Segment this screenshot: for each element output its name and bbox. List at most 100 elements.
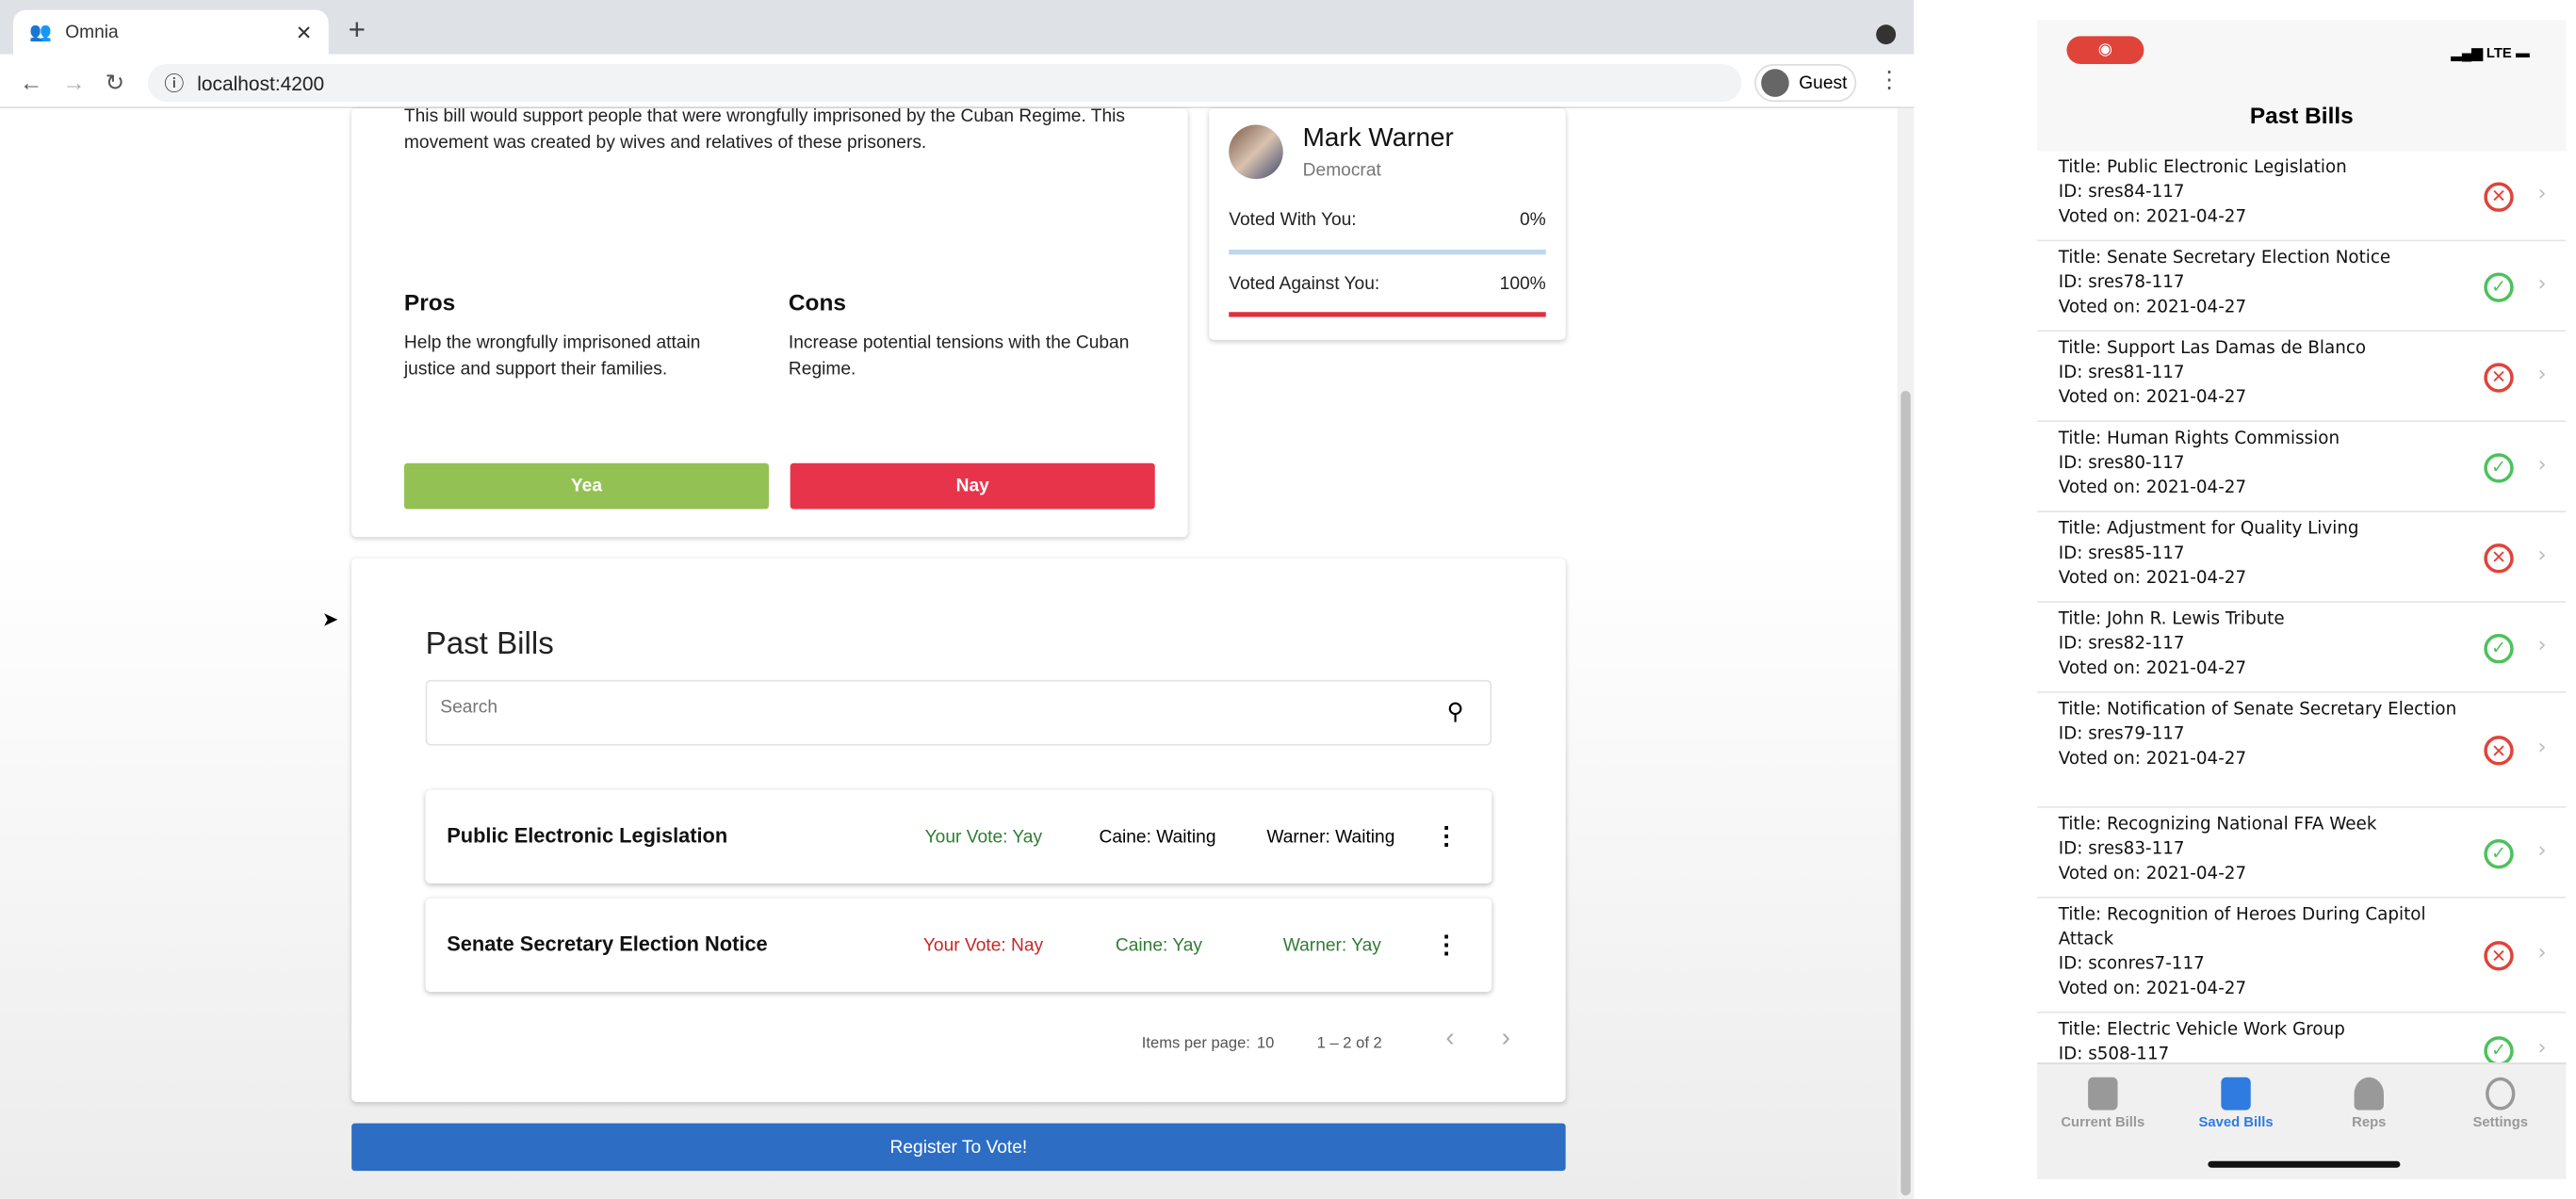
your-vote: Your Vote: Nay	[922, 935, 1044, 956]
pros-heading: Pros	[403, 288, 456, 316]
home-indicator	[2208, 1160, 2401, 1168]
prev-page-button[interactable]: ‹	[1445, 1025, 1454, 1054]
items-per-page-select[interactable]: 10	[1257, 1034, 1274, 1052]
item-title: Title: Adjustment for Quality Living	[2058, 518, 2359, 539]
item-title: Title: Senate Secretary Election Notice	[2058, 248, 2391, 268]
url-input[interactable]: ⓘ localhost:4200	[147, 64, 1742, 103]
profile-button[interactable]: Guest	[1754, 64, 1857, 103]
reload-button[interactable]: ↻	[106, 69, 124, 97]
voted-against-bar	[1229, 312, 1546, 317]
phone-bill-item[interactable]: Title: Notification of Senate Secretary …	[2037, 692, 2567, 808]
tab-label: Current Bills	[2061, 1113, 2145, 1130]
voted-against-label: Voted Against You:	[1229, 274, 1380, 295]
search-input[interactable]	[440, 698, 1361, 718]
phone-bill-item[interactable]: Title: Support Las Damas de Blanco ID: sr…	[2037, 332, 2567, 423]
phone-bill-item[interactable]: Title: Adjustment for Quality Living ID: …	[2037, 512, 2567, 603]
people-icon: 👥	[29, 23, 53, 43]
more-options-icon[interactable]: ⋮	[1434, 930, 1459, 960]
forward-button[interactable]: →	[62, 69, 85, 95]
signal-icon: ▂▄▆	[2451, 44, 2486, 61]
cons-heading: Cons	[788, 288, 846, 316]
x-circle-icon: ✕	[2484, 181, 2514, 212]
chevron-right-icon: ›	[2537, 838, 2547, 864]
nay-button[interactable]: Nay	[790, 462, 1155, 510]
item-title: Title: Recognizing National FFA Week	[2058, 814, 2377, 834]
tab-saved-bills[interactable]: Saved Bills	[2170, 1077, 2301, 1130]
person-icon	[2354, 1077, 2384, 1110]
tab-label: Reps	[2352, 1113, 2387, 1130]
profile-label: Guest	[1799, 73, 1848, 93]
your-vote: Your Vote: Yay	[924, 827, 1043, 848]
rep-name: Mark Warner	[1302, 124, 1454, 154]
phone-bill-item[interactable]: Title: Public Electronic Legislation ID: …	[2037, 151, 2567, 242]
chevron-right-icon: ›	[2537, 941, 2547, 966]
chevron-right-icon: ›	[2537, 543, 2547, 568]
chevron-right-icon: ›	[2537, 736, 2547, 761]
avatar-icon	[1761, 69, 1789, 97]
check-circle-icon: ✓	[2484, 633, 2514, 663]
tab-title: Omnia	[65, 22, 119, 42]
page-content: This bill would support people that were…	[0, 106, 1915, 1199]
tab-label: Settings	[2472, 1113, 2528, 1130]
scrollbar-thumb[interactable]	[1900, 390, 1911, 1196]
past-bill-row[interactable]: Public Electronic Legislation Your Vote:…	[425, 789, 1492, 884]
documents-icon	[2221, 1077, 2251, 1110]
rep-photo	[1229, 124, 1283, 180]
register-to-vote-button[interactable]: Register To Vote!	[351, 1123, 1566, 1172]
past-bill-row[interactable]: Senate Secretary Election Notice Your Vo…	[425, 898, 1492, 993]
mouse-cursor: ➤	[321, 608, 339, 631]
phone-screen: ◉ ▂▄▆ LTE ▬ Past Bills Title: Public Ele…	[2037, 19, 2567, 1179]
check-circle-icon: ✓	[2484, 838, 2514, 868]
rep-party: Democrat	[1302, 160, 1381, 181]
phone-title: Past Bills	[2249, 102, 2354, 129]
check-circle-icon: ✓	[2484, 271, 2514, 301]
bill-card: This bill would support people that were…	[351, 106, 1188, 538]
item-title: Title: Recognition of Heroes During Capi…	[2058, 904, 2426, 949]
item-title: Title: Public Electronic Legislation	[2058, 157, 2347, 178]
chevron-right-icon: ›	[2537, 633, 2547, 658]
tab-label: Saved Bills	[2198, 1113, 2274, 1130]
phone-bill-item[interactable]: Title: Recognition of Heroes During Capi…	[2037, 898, 2567, 1013]
tab-settings[interactable]: Settings	[2435, 1077, 2566, 1130]
document-icon	[2088, 1077, 2118, 1110]
phone-bill-item[interactable]: Title: Recognizing National FFA Week ID: …	[2037, 807, 2567, 899]
bill-description: This bill would support people that were…	[403, 106, 1126, 154]
new-tab-button[interactable]: +	[349, 13, 366, 48]
bill-title: Senate Secretary Election Notice	[447, 932, 768, 956]
past-bills-title: Past Bills	[425, 627, 554, 662]
url-text: localhost:4200	[197, 71, 325, 95]
status-bar: ▂▄▆ LTE ▬	[2451, 44, 2529, 62]
voted-with-value: 0%	[1519, 210, 1546, 231]
phone-bill-item[interactable]: Title: Senate Secretary Election Notice I…	[2037, 241, 2567, 332]
more-options-icon[interactable]: ⋮	[1434, 821, 1459, 851]
page-range: 1 – 2 of 2	[1316, 1034, 1382, 1053]
browser-tab[interactable]: 👥 Omnia ✕	[12, 9, 329, 55]
back-button[interactable]: ←	[20, 69, 42, 95]
phone-bill-item[interactable]: Title: John R. Lewis Tribute ID: sres82-1…	[2037, 602, 2567, 693]
x-circle-icon: ✕	[2484, 543, 2514, 573]
x-circle-icon: ✕	[2484, 941, 2514, 971]
close-tab-icon[interactable]: ✕	[296, 21, 313, 43]
rep-card: Mark Warner Democrat Voted With You: 0% …	[1209, 108, 1566, 340]
warner-vote: Warner: Waiting	[1266, 827, 1395, 848]
voted-with-bar	[1229, 250, 1546, 255]
chevron-right-icon: ›	[2537, 452, 2547, 478]
past-bills-card: Past Bills ⚲ Public Electronic Legislati…	[351, 558, 1566, 1102]
pros-text: Help the wrongfully imprisoned attain ju…	[403, 332, 701, 380]
carrier: LTE	[2486, 44, 2512, 61]
chevron-right-icon: ›	[2537, 1035, 2547, 1061]
menu-icon[interactable]: ⋮	[1878, 66, 1900, 94]
search-field[interactable]: ⚲	[425, 679, 1492, 746]
check-circle-icon: ✓	[2484, 452, 2514, 482]
next-page-button[interactable]: ›	[1502, 1025, 1510, 1054]
screen-record-icon: ◉	[2066, 36, 2144, 65]
search-icon[interactable]: ⚲	[1447, 698, 1464, 726]
tab-current-bills[interactable]: Current Bills	[2037, 1077, 2168, 1130]
phone-bill-item[interactable]: Title: Human Rights Commission ID: sres80…	[2037, 422, 2567, 513]
phone-bill-list: Title: Public Electronic Legislation ID: …	[2037, 151, 2567, 1088]
caine-vote: Caine: Yay	[1115, 935, 1202, 956]
tab-reps[interactable]: Reps	[2304, 1077, 2435, 1130]
gear-icon	[2486, 1077, 2516, 1110]
tab-search-icon[interactable]	[1876, 24, 1897, 45]
yea-button[interactable]: Yea	[403, 462, 770, 510]
